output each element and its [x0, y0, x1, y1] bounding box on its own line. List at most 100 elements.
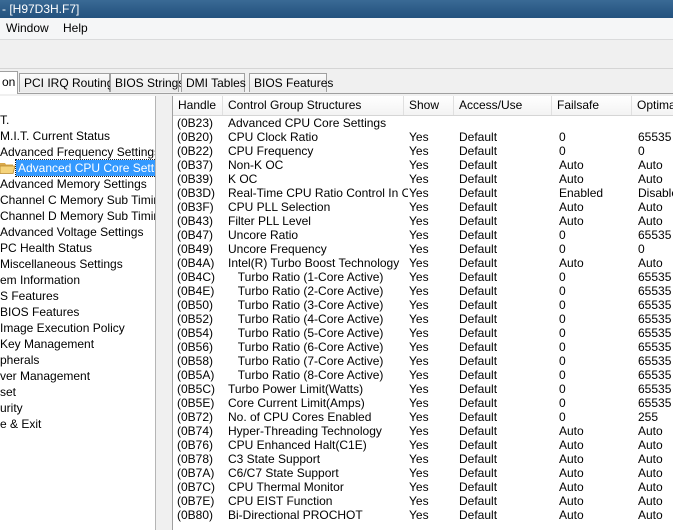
cell-show: Yes [409, 326, 429, 340]
cell-failsafe: 0 [559, 242, 566, 256]
table-row[interactable]: (0B7A) C6/C7 State Support Yes Default Auto A… [173, 466, 673, 480]
cell-optimal: Auto [638, 508, 663, 522]
cell-access: Default [459, 508, 498, 522]
cell-show: Yes [409, 438, 429, 452]
table-row[interactable]: (0B52) Turbo Ratio (4-Core Active) Yes Def… [173, 312, 673, 326]
cell-failsafe: Auto [559, 508, 584, 522]
tree-item-reset[interactable]: set [0, 384, 16, 400]
table-row[interactable]: (0B5E) Core Current Limit(Amps) Yes Default… [173, 396, 673, 410]
menu-window[interactable]: Window [5, 21, 50, 35]
column-header-handle[interactable]: Handle [173, 96, 223, 115]
tree-item-system-information[interactable]: em Information [0, 272, 80, 288]
tree-item-channel-c-memory-sub-timings[interactable]: Channel C Memory Sub Timings [0, 192, 155, 208]
setup-tree[interactable]: T. M.I.T. Current Status Advanced Freque… [0, 96, 156, 530]
tree-item-miscellaneous-settings[interactable]: Miscellaneous Settings [0, 256, 123, 272]
tree-item-bios-features-root[interactable]: S Features [0, 288, 59, 304]
table-row[interactable]: (0B20) CPU Clock Ratio Yes Default 0 65535 [173, 130, 673, 144]
table-row[interactable]: (0B58) Turbo Ratio (7-Core Active) Yes Def… [173, 354, 673, 368]
cell-failsafe: 0 [559, 410, 566, 424]
tree-item-power-management[interactable]: ver Management [0, 368, 90, 384]
cell-optimal: 65535 [638, 130, 672, 144]
table-row[interactable]: (0B80) Bi-Directional PROCHOT Yes Default Au… [173, 508, 673, 522]
column-header-control-group[interactable]: Control Group Structures [223, 96, 404, 115]
table-row[interactable]: (0B47) Uncore Ratio Yes Default 0 65535 [173, 228, 673, 242]
table-row[interactable]: (0B7C) CPU Thermal Monitor Yes Default Auto A… [173, 480, 673, 494]
table-row[interactable]: (0B4A) Intel(R) Turbo Boost Technology Yes… [173, 256, 673, 270]
cell-access: Default [459, 326, 498, 340]
cell-optimal: 65535 [638, 382, 672, 396]
column-header-show[interactable]: Show [404, 96, 454, 115]
tab-partial[interactable]: on [0, 71, 18, 94]
table-row[interactable]: (0B22) CPU Frequency Yes Default 0 0 [173, 144, 673, 158]
column-header-access-use[interactable]: Access/Use [454, 96, 552, 115]
cell-access: Default [459, 172, 498, 186]
table-row[interactable]: (0B37) Non-K OC Yes Default Auto Auto [173, 158, 673, 172]
table-row[interactable]: (0B76) CPU Enhanced Halt(C1E) Yes Default Au… [173, 438, 673, 452]
cell-handle: (0B5C) [177, 382, 216, 396]
tree-item-peripherals[interactable]: pherals [0, 352, 39, 368]
cell-access: Default [459, 480, 498, 494]
tree-item-pc-health-status[interactable]: PC Health Status [0, 240, 92, 256]
cell-access: Default [459, 200, 498, 214]
menu-help[interactable]: Help [62, 21, 89, 35]
tab-bios-strings[interactable]: BIOS Strings [110, 73, 184, 92]
table-row[interactable]: (0B39) K OC Yes Default Auto Auto [173, 172, 673, 186]
cell-optimal: 65535 [638, 270, 672, 284]
cell-show: Yes [409, 340, 429, 354]
cell-failsafe: 0 [559, 270, 566, 284]
tab-bios-features[interactable]: BIOS Features [249, 73, 333, 92]
table-row[interactable]: (0B74) Hyper-Threading Technology Yes Defau… [173, 424, 673, 438]
cell-optimal: 0 [638, 144, 645, 158]
tree-item-image-execution-policy[interactable]: Image Execution Policy [0, 320, 125, 336]
tab-dmi-tables[interactable]: DMI Tables [181, 73, 246, 92]
cell-show: Yes [409, 284, 429, 298]
cell-show: Yes [409, 228, 429, 242]
tree-item-key-management[interactable]: Key Management [0, 336, 94, 352]
table-row[interactable]: (0B43) Filter PLL Level Yes Default Auto Auto [173, 214, 673, 228]
tree-item-advanced-voltage-settings[interactable]: Advanced Voltage Settings [0, 224, 143, 240]
table-row[interactable]: (0B78) C3 State Support Yes Default Auto Auto [173, 452, 673, 466]
tab-pci-irq-routing[interactable]: PCI IRQ Routing [19, 73, 113, 92]
table-row[interactable]: (0B50) Turbo Ratio (3-Core Active) Yes Def… [173, 298, 673, 312]
table-row[interactable]: (0B23) Advanced CPU Core Settings [173, 116, 673, 130]
table-row[interactable]: (0B5A) Turbo Ratio (8-Core Active) Yes Def… [173, 368, 673, 382]
cell-show: Yes [409, 298, 429, 312]
tree-item-advanced-cpu-core-settings[interactable]: Advanced CPU Core Settings [14, 159, 155, 177]
tree-item-bios-features[interactable]: BIOS Features [0, 304, 79, 320]
tree-item-mit[interactable]: T. [0, 112, 9, 128]
column-header-optimal[interactable]: Optimal [632, 96, 673, 115]
table-row[interactable]: (0B56) Turbo Ratio (6-Core Active) Yes Def… [173, 340, 673, 354]
table-row[interactable]: (0B49) Uncore Frequency Yes Default 0 0 [173, 242, 673, 256]
table-row[interactable]: (0B4C) Turbo Ratio (1-Core Active) Yes Def… [173, 270, 673, 284]
cell-show: Yes [409, 424, 429, 438]
table-row[interactable]: (0B7E) CPU EIST Function Yes Default Auto Aut… [173, 494, 673, 508]
pane-splitter[interactable] [156, 96, 171, 530]
table-row[interactable]: (0B54) Turbo Ratio (5-Core Active) Yes Def… [173, 326, 673, 340]
cell-failsafe: 0 [559, 368, 566, 382]
table-row[interactable]: (0B3F) CPU PLL Selection Yes Default Auto Aut… [173, 200, 673, 214]
cell-handle: (0B78) [177, 452, 214, 466]
main-content: T. M.I.T. Current Status Advanced Freque… [0, 95, 673, 530]
cell-structure: Core Current Limit(Amps) [228, 396, 365, 410]
table-row[interactable]: (0B72) No. of CPU Cores Enabled Yes Default… [173, 410, 673, 424]
settings-list[interactable]: Handle Control Group Structures Show Acc… [172, 96, 673, 530]
column-header-failsafe[interactable]: Failsafe [552, 96, 632, 115]
cell-failsafe: 0 [559, 312, 566, 326]
tree-item-channel-d-memory-sub-timings[interactable]: Channel D Memory Sub Timings [0, 208, 155, 224]
cell-failsafe: 0 [559, 130, 566, 144]
table-row[interactable]: (0B4E) Turbo Ratio (2-Core Active) Yes Def… [173, 284, 673, 298]
cell-structure: Bi-Directional PROCHOT [228, 508, 363, 522]
cell-optimal [638, 116, 673, 130]
tree-item-mit-current-status[interactable]: M.I.T. Current Status [0, 128, 110, 144]
cell-handle: (0B49) [177, 242, 214, 256]
table-row[interactable]: (0B3D) Real-Time CPU Ratio Control In OS Y… [173, 186, 673, 200]
cell-handle: (0B72) [177, 410, 214, 424]
table-row[interactable]: (0B5C) Turbo Power Limit(Watts) Yes Default… [173, 382, 673, 396]
cell-show: Yes [409, 368, 429, 382]
cell-structure: Turbo Ratio (8-Core Active) [228, 368, 384, 382]
tree-item-security[interactable]: urity [0, 400, 23, 416]
cell-failsafe: 0 [559, 382, 566, 396]
tree-item-advanced-memory-settings[interactable]: Advanced Memory Settings [0, 176, 147, 192]
tree-item-save-exit[interactable]: e & Exit [0, 416, 41, 432]
tree-item-advanced-frequency-settings[interactable]: Advanced Frequency Settings [0, 144, 155, 160]
